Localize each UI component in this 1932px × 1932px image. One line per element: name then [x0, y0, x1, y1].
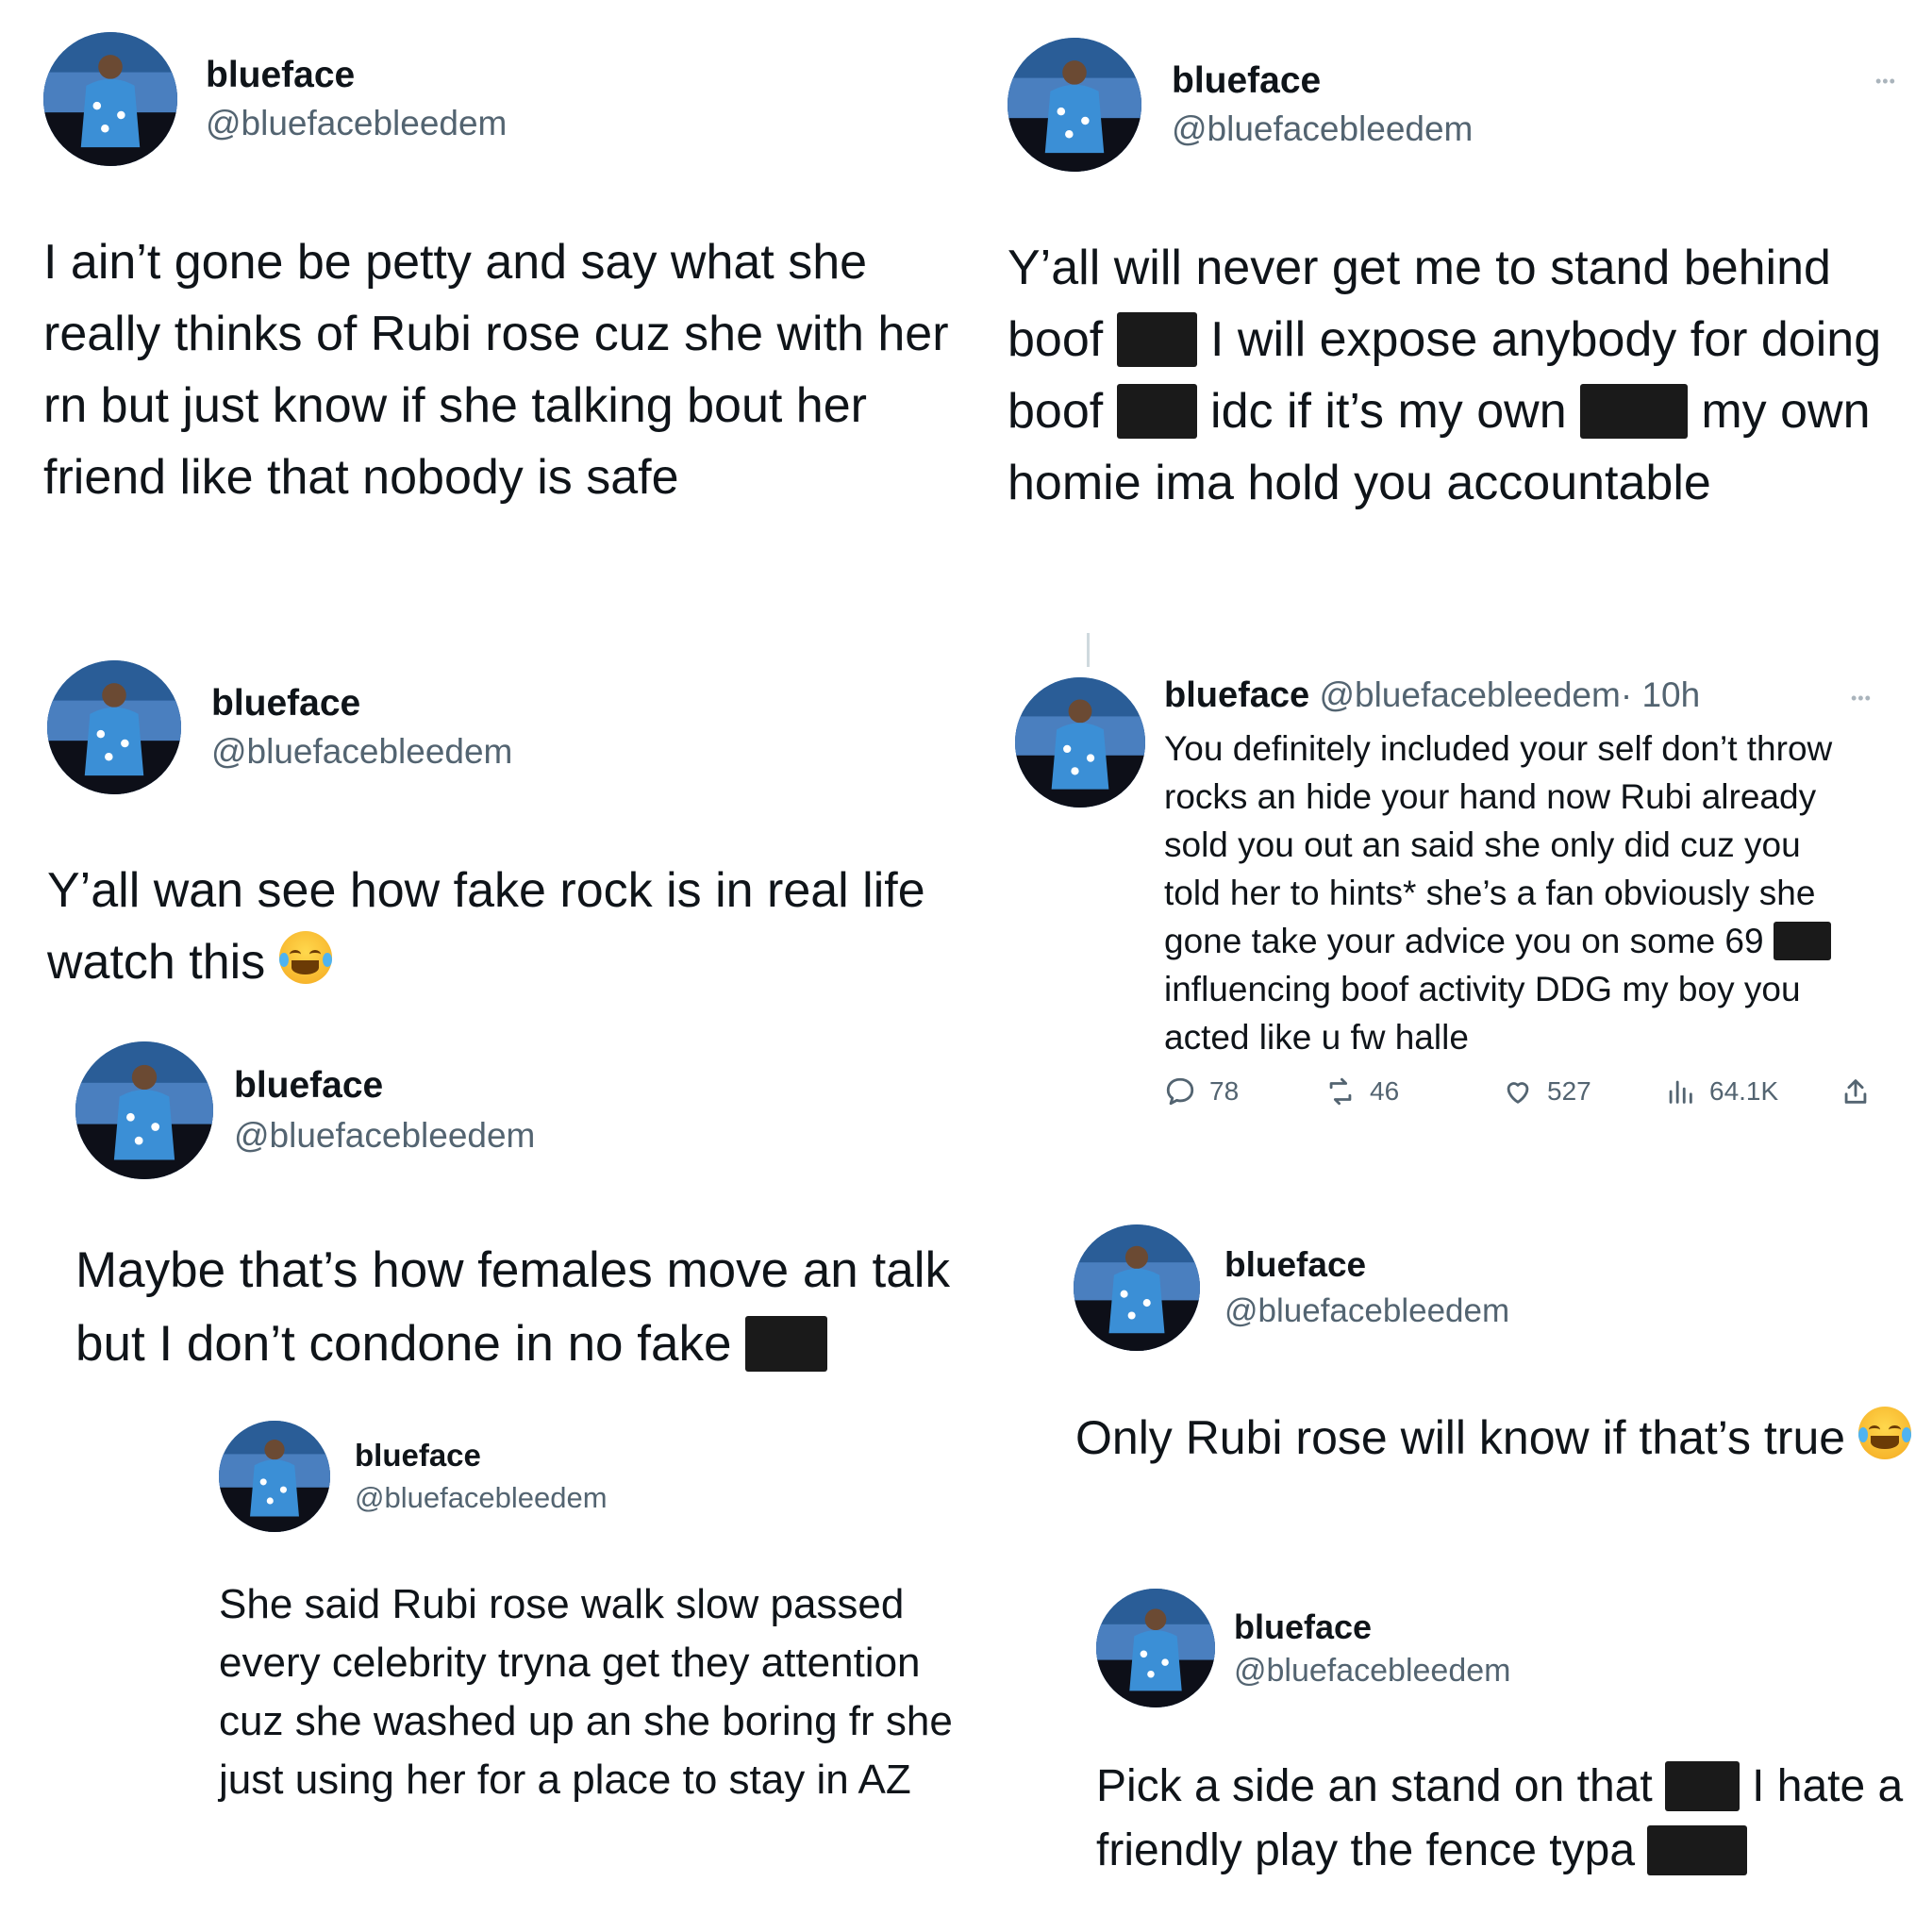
- name-block: blueface @bluefacebleedem: [206, 55, 507, 143]
- avatar-icon: [1074, 1224, 1200, 1351]
- handle[interactable]: @bluefacebleedem: [1234, 1653, 1510, 1690]
- tweet-header: blueface @bluefacebleedem: [47, 660, 512, 794]
- retweet-button[interactable]: 46: [1324, 1075, 1399, 1108]
- name-block: blueface @bluefacebleedem: [234, 1065, 535, 1156]
- timestamp[interactable]: · 10h: [1621, 675, 1700, 714]
- censored-word: shit: [1773, 922, 1832, 960]
- avatar-icon: [47, 660, 181, 794]
- tweet-header: blueface @bluefacebleedem: [1096, 1589, 1510, 1707]
- tweet-text: She said Rubi rose walk slow passed ever…: [219, 1581, 953, 1803]
- avatar[interactable]: [75, 1041, 213, 1179]
- display-name[interactable]: blueface: [355, 1438, 608, 1474]
- text-segment: You definitely included your self don’t …: [1164, 729, 1833, 960]
- avatar[interactable]: [43, 32, 177, 166]
- tweet-text: I ain’t gone be petty and say what she r…: [43, 235, 949, 505]
- avatar-icon: [219, 1421, 330, 1532]
- handle[interactable]: @bluefacebleedem: [211, 732, 512, 772]
- censored-word: bitch: [1580, 384, 1688, 439]
- text-segment: Y’all wan see how fake rock is in real l…: [47, 863, 925, 990]
- face-with-tears-of-joy-icon: [1857, 1407, 1911, 1459]
- tweet-header: blueface @bluefacebleedem: [43, 32, 507, 166]
- name-block: blueface @bluefacebleedem: [1234, 1607, 1510, 1690]
- avatar[interactable]: [1008, 38, 1141, 172]
- text-segment: Only Rubi rose will know if that’s true: [1075, 1411, 1846, 1464]
- reply-button[interactable]: 78: [1164, 1075, 1239, 1108]
- censored-word: bitch: [1647, 1825, 1747, 1875]
- retweet-icon: [1329, 1077, 1352, 1106]
- tweet-text: Y’all wan see how fake rock is in real l…: [47, 855, 953, 998]
- handle[interactable]: @bluefacebleedem: [355, 1481, 608, 1515]
- avatar[interactable]: [219, 1421, 330, 1532]
- avatar[interactable]: [1096, 1589, 1215, 1707]
- handle[interactable]: @bluefacebleedem: [234, 1116, 535, 1156]
- tweet-header: blueface @bluefacebleedem· 10h: [1164, 675, 1700, 716]
- text-segment: Pick a side an stand on that: [1096, 1761, 1666, 1811]
- more-options-icon[interactable]: •••: [1851, 689, 1872, 708]
- tweet-header: blueface @bluefacebleedem: [75, 1041, 535, 1179]
- tweet-text: Only Rubi rose will know if that’s true: [1075, 1404, 1915, 1472]
- retweet-count: 46: [1370, 1076, 1400, 1106]
- tweet-text: You definitely included your self don’t …: [1164, 724, 1862, 1061]
- name-block: blueface @bluefacebleedem: [355, 1438, 608, 1515]
- thread-line: [1087, 633, 1090, 667]
- tweet-text: Y’all will never get me to stand behind …: [1008, 232, 1923, 519]
- censored-word: shit: [745, 1316, 827, 1372]
- handle[interactable]: @bluefacebleedem: [206, 104, 507, 143]
- heart-icon: [1507, 1082, 1529, 1104]
- avatar-icon: [75, 1041, 213, 1179]
- display-name[interactable]: blueface: [211, 683, 512, 724]
- censored-word: shit: [1116, 312, 1197, 367]
- tweet-header: blueface @bluefacebleedem: [1074, 1224, 1509, 1351]
- avatar-icon: [43, 32, 177, 166]
- like-button[interactable]: 527: [1502, 1075, 1591, 1108]
- display-name[interactable]: blueface: [1224, 1245, 1509, 1285]
- handle[interactable]: @bluefacebleedem: [1224, 1292, 1509, 1330]
- display-name[interactable]: blueface: [1164, 675, 1309, 715]
- views-chart-icon: [1669, 1080, 1692, 1104]
- censored-word: shit: [1116, 384, 1197, 439]
- share-button[interactable]: [1840, 1075, 1872, 1108]
- name-block: blueface @bluefacebleedem: [211, 683, 512, 772]
- avatar[interactable]: [47, 660, 181, 794]
- like-count: 527: [1547, 1076, 1591, 1106]
- views-button[interactable]: 64.1K: [1664, 1075, 1778, 1108]
- reply-icon: [1166, 1077, 1194, 1106]
- face-with-tears-of-joy-icon: [278, 931, 332, 985]
- more-options-icon[interactable]: •••: [1875, 72, 1896, 92]
- reply-count: 78: [1209, 1076, 1240, 1106]
- name-block: blueface @bluefacebleedem: [1224, 1245, 1509, 1330]
- view-count: 64.1K: [1709, 1076, 1779, 1106]
- tweet-text: Pick a side an stand on that shit I hate…: [1096, 1755, 1917, 1883]
- tweet-header: blueface @bluefacebleedem: [219, 1421, 608, 1532]
- action-bar: 78 46 527 64.1K: [1164, 1075, 1881, 1117]
- avatar-icon: [1015, 677, 1145, 808]
- handle[interactable]: @bluefacebleedem: [1319, 675, 1620, 714]
- tweet-text: Maybe that’s how females move an talk bu…: [75, 1234, 962, 1381]
- text-segment: idc if it’s my own: [1196, 384, 1581, 439]
- avatar[interactable]: [1015, 677, 1145, 808]
- avatar[interactable]: [1074, 1224, 1200, 1351]
- name-block: blueface @bluefacebleedem: [1172, 60, 1473, 149]
- handle[interactable]: @bluefacebleedem: [1172, 109, 1473, 149]
- display-name[interactable]: blueface: [1172, 60, 1473, 102]
- display-name[interactable]: blueface: [206, 55, 507, 96]
- tweet-header: blueface @bluefacebleedem: [1008, 38, 1473, 172]
- share-icon: [1844, 1079, 1867, 1104]
- avatar-icon: [1096, 1589, 1215, 1707]
- display-name[interactable]: blueface: [234, 1065, 535, 1107]
- censored-word: shit: [1665, 1761, 1740, 1811]
- text-segment: influencing boof activity DDG my boy you…: [1164, 970, 1801, 1057]
- display-name[interactable]: blueface: [1234, 1607, 1510, 1647]
- avatar-icon: [1008, 38, 1141, 172]
